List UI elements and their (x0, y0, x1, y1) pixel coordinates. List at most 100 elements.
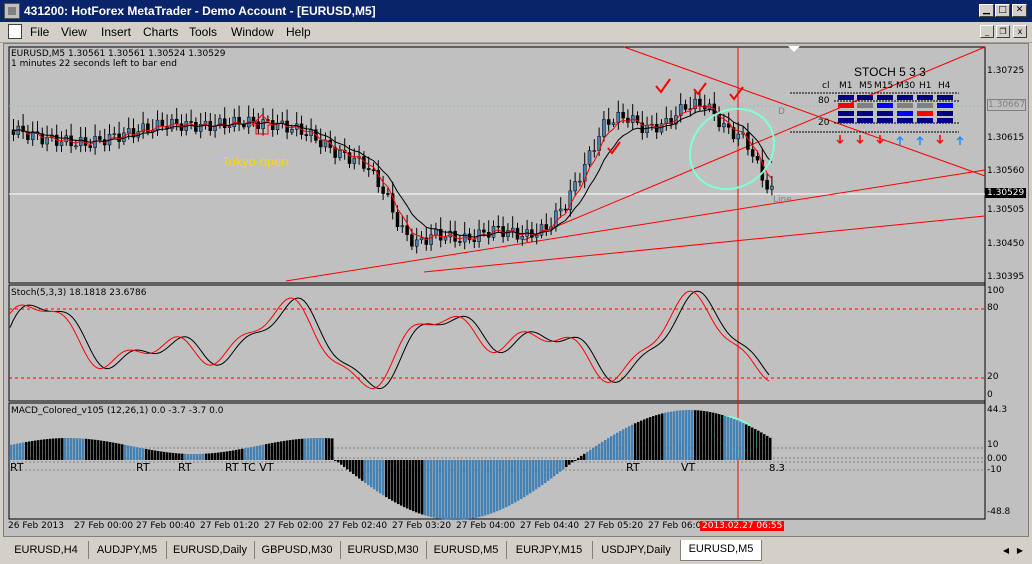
macd-bar (451, 460, 454, 520)
candle-body (544, 224, 549, 230)
macd-bar (619, 431, 622, 460)
tab-usdjpy-daily[interactable]: USDJPY,Daily (592, 541, 681, 559)
macd-bar (169, 452, 172, 460)
chart-restore-button[interactable]: ❐ (996, 25, 1010, 38)
macd-bar (196, 453, 199, 460)
macd-bar (376, 460, 379, 492)
menu-tools[interactable]: Tools (189, 25, 217, 39)
macd-bar (490, 460, 493, 514)
macd-bar (235, 449, 238, 460)
menu-view[interactable]: View (61, 25, 87, 39)
macd-bar (274, 442, 277, 460)
tab-gbpusd-m30[interactable]: GBPUSD,M30 (254, 541, 341, 559)
tab-eurjpy-m15[interactable]: EURJPY,M15 (506, 541, 593, 559)
candle-body (443, 236, 448, 241)
macd-bar (574, 460, 577, 461)
macd-bar (736, 420, 739, 460)
tab-eurusd-m5-active[interactable]: EURUSD,M5 (680, 540, 762, 561)
macd-bar (292, 439, 295, 460)
macd-tick: 44.3 (987, 405, 1008, 415)
macd-bar (322, 438, 325, 460)
bar-timer: 1 minutes 22 seconds left to bar end (11, 59, 177, 69)
candle-body (112, 133, 117, 136)
candle-body (352, 157, 357, 164)
macd-bar (43, 439, 46, 460)
stoch-cell (937, 111, 953, 116)
close-button[interactable]: ✕ (1012, 4, 1027, 17)
macd-bar (229, 450, 232, 460)
minimize-button[interactable]: ▁ (979, 4, 994, 17)
chart-window-icon[interactable] (8, 24, 22, 39)
macd-bar (319, 438, 322, 460)
stoch-cell (838, 103, 854, 108)
macd-bar (418, 460, 421, 514)
stoch-tick: 0 (987, 390, 993, 400)
time-tick: 27 Feb 00:00 (74, 521, 134, 531)
menu-charts[interactable]: Charts (143, 25, 178, 39)
tab-eurusd-daily[interactable]: EURUSD,Daily (166, 541, 255, 559)
macd-bar (523, 460, 526, 498)
macd-bar (64, 438, 67, 460)
macd-bar (97, 440, 100, 460)
menu-insert[interactable]: Insert (101, 25, 131, 39)
stoch-cell (838, 111, 854, 116)
macd-bar (367, 460, 370, 486)
macd-bar (406, 460, 409, 509)
chart-close-button[interactable]: x (1013, 25, 1027, 38)
menu-help[interactable]: Help (286, 25, 311, 39)
macd-bar (262, 444, 265, 460)
tab-scroll-right-icon[interactable]: ▶ (1014, 545, 1026, 557)
stoch-tick: 100 (987, 286, 1005, 296)
macd-bar (295, 439, 298, 460)
menu-window[interactable]: Window (231, 25, 274, 39)
macd-bar (685, 410, 688, 460)
app-icon[interactable] (4, 3, 20, 19)
macd-bar (538, 460, 541, 488)
macd-bar (205, 453, 208, 460)
macd-bar (508, 460, 511, 506)
macd-bar (373, 460, 376, 490)
chart-minimize-button[interactable]: _ (980, 25, 994, 38)
stoch-cell (877, 95, 893, 100)
tab-eurusd-h4[interactable]: EURUSD,H4 (4, 541, 89, 559)
macd-bar (640, 420, 643, 460)
window-title: 431200: HotForex MetaTrader - Demo Accou… (24, 4, 376, 18)
chart-window[interactable]: EURUSD,M5 1.30561 1.30561 1.30524 1.3052… (3, 43, 1029, 537)
macd-bar (232, 450, 235, 460)
macd-bar (61, 438, 64, 460)
candle-body (419, 237, 424, 241)
macd-bar (463, 460, 466, 520)
macd-bar (568, 460, 571, 465)
candle-body (98, 136, 102, 140)
macd-bar (652, 416, 655, 460)
macd-bar (457, 460, 460, 520)
macd-bar (514, 460, 517, 503)
macd-bar (151, 450, 154, 460)
macd-bar (244, 448, 247, 460)
macd-bar (103, 441, 106, 460)
macd-bar (328, 438, 331, 460)
tab-eurusd-m30[interactable]: EURUSD,M30 (340, 541, 427, 559)
candle-body (722, 123, 726, 128)
tf-m15: M15 (874, 81, 894, 91)
menu-bar: File View Insert Charts Tools Window Hel… (0, 22, 1032, 43)
macd-bar (607, 438, 610, 460)
maximize-button[interactable]: □ (995, 4, 1010, 17)
macd-label: RT (626, 461, 640, 474)
macd-bar (145, 448, 148, 460)
macd-bar (550, 460, 553, 479)
macd-bar (214, 452, 217, 460)
tab-audjpy-m5[interactable]: AUDJPY,M5 (88, 541, 167, 559)
tab-eurusd-m5[interactable]: EURUSD,M5 (426, 541, 507, 559)
tab-scroll-left-icon[interactable]: ◀ (1000, 545, 1012, 557)
time-tick: 27 Feb 02:40 (328, 521, 388, 531)
macd-bar (28, 441, 31, 460)
macd-bar (190, 453, 193, 460)
macd-bar (541, 460, 544, 486)
stoch-cell (857, 103, 873, 108)
macd-bar (703, 411, 706, 460)
macd-bar (334, 460, 337, 461)
macd-bar (115, 443, 118, 460)
chart-canvas[interactable] (4, 44, 1028, 536)
menu-file[interactable]: File (30, 25, 49, 39)
